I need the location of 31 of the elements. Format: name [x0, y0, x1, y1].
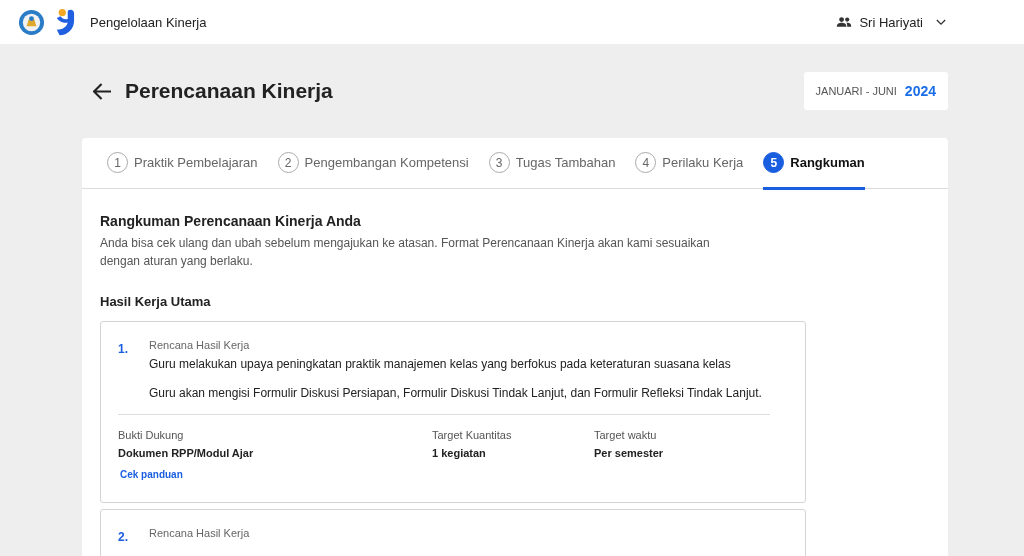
item-label: Rencana Hasil Kerja	[149, 339, 251, 351]
item-number: 1.	[118, 341, 129, 358]
field-value: Per semester	[594, 447, 664, 459]
field-label: Bukti Dukung	[118, 429, 185, 441]
item-text: Guru melakukan upaya peningkatan praktik manajemen kelas yang berfokus pada keteraturan suasana kelas	[149, 357, 732, 371]
guide-link[interactable]: Cek panduan	[120, 469, 183, 480]
summary-description: Anda bisa cek ulang dan ubah sebelum mengajukan ke atasan. Format Perencanaan Kinerja akan kami sesuaikan dengan aturan yang berlaku.	[100, 235, 711, 270]
period-label: JANUARI - JUNI	[815, 85, 897, 97]
logo-icon	[54, 7, 76, 37]
summary-title: Rangkuman Perencanaan Kinerja Anda	[100, 213, 362, 229]
page-title: Perencanaan Kinerja	[125, 79, 333, 103]
period-year: 2024	[904, 83, 936, 99]
people-icon	[836, 16, 853, 28]
chevron-down-icon	[936, 18, 946, 26]
step-tab[interactable]: 2 Pengembangan Kompetensi	[277, 138, 469, 190]
field-value: 1 kegiatan	[432, 447, 487, 459]
step-tab[interactable]: 1 Praktik Pembelajaran	[107, 138, 258, 190]
step-tab[interactable]: 3 Tugas Tambahan	[488, 138, 616, 190]
back-arrow-icon[interactable]	[93, 82, 112, 100]
item-detail: Guru akan mengisi Formulir Diskusi Persiapan, Formulir Diskusi Tindak Lanjut, dan Formulir Refleksi Tindak Lanjut.	[149, 386, 762, 400]
step-tab[interactable]: 5 Rangkuman	[763, 138, 865, 190]
field-label: Target waktu	[594, 429, 658, 441]
field-value: Dokumen RPP/Modul Ajar	[118, 447, 255, 459]
emblem-icon	[18, 8, 45, 36]
step-tab[interactable]: 4 Perilaku Kerja	[635, 138, 744, 190]
user-menu[interactable]: Sri Hariyati	[830, 13, 952, 31]
app-title: Pengelolaan Kinerja	[90, 14, 207, 30]
field-label: Target Kuantitas	[432, 429, 513, 441]
item-number: 2.	[118, 529, 129, 544]
item-label: Rencana Hasil Kerja	[149, 527, 250, 539]
section-heading: Hasil Kerja Utama	[100, 294, 212, 309]
